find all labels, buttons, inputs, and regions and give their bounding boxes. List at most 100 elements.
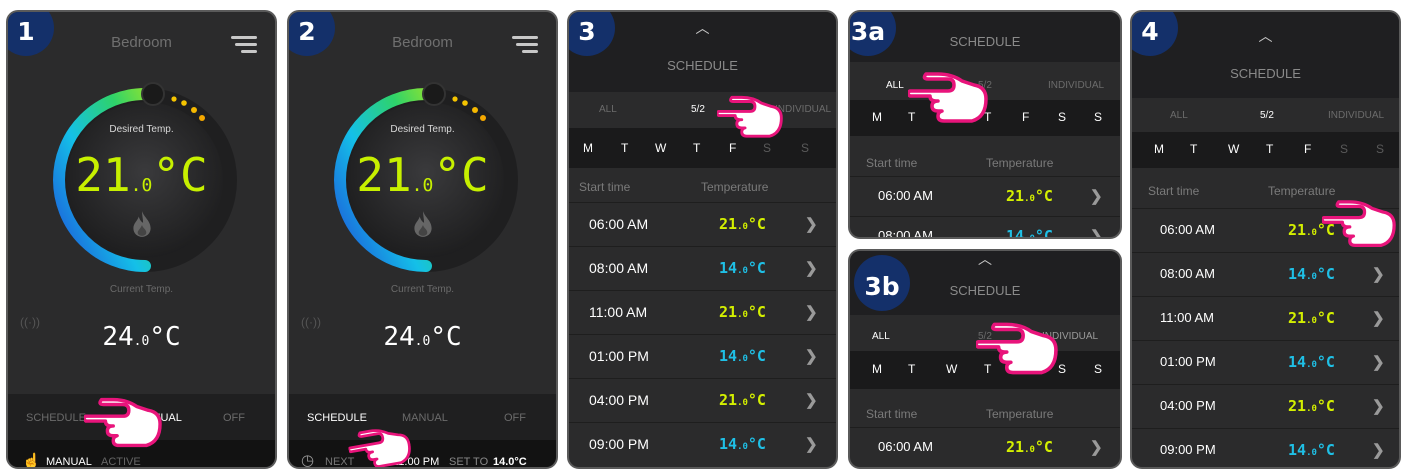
chevron-right-icon[interactable]: ❯ [1372, 353, 1385, 371]
day-toggle[interactable]: S [1376, 142, 1384, 156]
day-toggle[interactable]: W [1228, 142, 1239, 156]
row-temperature: 14.0°C [719, 435, 766, 453]
tab-individual[interactable]: INDIVIDUAL [775, 104, 831, 115]
row-temperature: 14.0°C [719, 347, 766, 365]
chevron-right-icon[interactable]: ❯ [1090, 227, 1103, 237]
chevron-up-icon[interactable]: ︿ [1259, 26, 1273, 46]
tab-5-2[interactable]: 5/2 [691, 104, 705, 115]
day-toggle[interactable]: S [1094, 362, 1102, 376]
chevron-right-icon[interactable]: ❯ [1090, 438, 1103, 456]
chevron-right-icon[interactable]: ❯ [805, 347, 818, 365]
desired-temp-value: 21.0°C [75, 148, 208, 202]
schedule-row[interactable]: 01:00 PM 14.0°C ❯ [1132, 340, 1399, 385]
day-toggle[interactable]: T [1266, 142, 1273, 156]
tab-individual[interactable]: INDIVIDUAL [1328, 110, 1384, 121]
chevron-up-icon[interactable]: ︿ [978, 251, 992, 269]
mode-schedule-button[interactable]: SCHEDULE [26, 412, 86, 424]
chevron-right-icon[interactable]: ❯ [1372, 441, 1385, 459]
tab-all[interactable]: ALL [1170, 110, 1188, 121]
tab-5-2[interactable]: 5/2 [1260, 110, 1274, 121]
day-toggle[interactable]: S [763, 141, 771, 155]
chevron-right-icon[interactable]: ❯ [1090, 187, 1103, 205]
schedule-row[interactable]: 06:00 AM 21.0°C ❯ [569, 202, 836, 247]
row-start-time: 08:00 AM [1160, 266, 1215, 281]
day-toggle[interactable]: W [946, 362, 957, 376]
day-toggle[interactable]: S [1340, 142, 1348, 156]
dial-knob [141, 82, 165, 106]
temperature-header: Temperature [1268, 184, 1336, 198]
schedule-row[interactable]: 04:00 PM 21.0°C ❯ [569, 378, 836, 423]
mode-manual-button[interactable]: MANUAL [402, 412, 448, 424]
pointing-hand-icon [717, 94, 783, 142]
chevron-right-icon[interactable]: ❯ [805, 259, 818, 277]
row-start-time: 06:00 AM [878, 188, 933, 203]
mode-off-button[interactable]: OFF [504, 412, 526, 424]
row-start-time: 01:00 PM [589, 348, 649, 364]
current-temp-label: Current Temp. [109, 284, 174, 295]
schedule-title: SCHEDULE [1230, 66, 1301, 81]
schedule-row[interactable]: 06:00 AM 21.0°C ❯ [850, 427, 1120, 467]
row-temperature: 21.0°C [1288, 397, 1335, 415]
day-toggle[interactable]: M [1154, 142, 1164, 156]
schedule-row[interactable]: 09:00 PM 14.0°C ❯ [1132, 428, 1399, 467]
day-toggle[interactable]: M [872, 362, 882, 376]
day-toggle[interactable]: S [1094, 110, 1102, 124]
start-time-header: Start time [579, 180, 631, 194]
schedule-tabs: ALL 5/2 INDIVIDUAL [569, 104, 836, 124]
start-time-header: Start time [866, 407, 918, 421]
mode-schedule-button[interactable]: SCHEDULE [307, 412, 367, 424]
day-toggle[interactable]: F [1304, 142, 1311, 156]
chevron-right-icon[interactable]: ❯ [1372, 265, 1385, 283]
schedule-row[interactable]: 08:00 AM 14.0°C ❯ [850, 216, 1120, 239]
status-set-value: 14.0°C [493, 456, 527, 468]
menu-icon[interactable] [512, 36, 538, 54]
schedule-title: SCHEDULE [667, 58, 738, 73]
row-temperature: 14.0°C [1288, 441, 1335, 459]
tab-all[interactable]: ALL [599, 104, 617, 115]
current-temp-label: Current Temp. [390, 284, 455, 295]
schedule-row[interactable]: 08:00 AM 14.0°C ❯ [1132, 252, 1399, 297]
start-time-header: Start time [866, 156, 918, 170]
day-toggle[interactable]: T [1190, 142, 1197, 156]
tab-all[interactable]: ALL [886, 80, 904, 91]
tab-individual[interactable]: INDIVIDUAL [1048, 80, 1104, 91]
day-toggle[interactable]: T [908, 362, 915, 376]
chevron-right-icon[interactable]: ❯ [1372, 397, 1385, 415]
current-temp-value: 24.0°C [383, 322, 462, 352]
day-toggle[interactable]: W [655, 141, 666, 155]
chevron-right-icon[interactable]: ❯ [805, 391, 818, 409]
day-toggle[interactable]: M [583, 141, 593, 155]
chevron-right-icon[interactable]: ❯ [1372, 309, 1385, 327]
schedule-row[interactable]: 01:00 PM 14.0°C ❯ [569, 334, 836, 379]
day-toggle[interactable]: S [801, 141, 809, 155]
day-toggle[interactable]: M [872, 110, 882, 124]
row-start-time: 04:00 PM [589, 392, 649, 408]
row-start-time: 06:00 AM [589, 216, 649, 232]
schedule-row[interactable]: 04:00 PM 21.0°C ❯ [1132, 384, 1399, 429]
schedule-row[interactable]: 08:00 AM 14.0°C ❯ [569, 246, 836, 291]
chevron-right-icon[interactable]: ❯ [805, 215, 818, 233]
day-toggle[interactable]: F [729, 141, 736, 155]
tab-all[interactable]: ALL [872, 331, 890, 342]
flame-icon [289, 210, 556, 243]
step-badge: 3b [854, 255, 910, 311]
day-toggle[interactable]: S [1058, 362, 1066, 376]
schedule-row[interactable]: 06:00 AM 21.0°C ❯ [850, 176, 1120, 217]
day-toggle[interactable]: T [693, 141, 700, 155]
status-bar[interactable]: ◷ NEXT 11:00 PM SET TO 14.0°C ⌄ [289, 440, 556, 468]
schedule-row[interactable]: 11:00 AM 21.0°C ❯ [1132, 296, 1399, 341]
desired-temp-label: Desired Temp. [109, 124, 174, 135]
schedule-row[interactable]: 11:00 AM 21.0°C ❯ [569, 290, 836, 335]
chevron-right-icon[interactable]: ❯ [805, 435, 818, 453]
day-toggle[interactable]: F [1022, 110, 1029, 124]
day-toggle[interactable]: S [1058, 110, 1066, 124]
row-temperature: 21.0°C [719, 215, 766, 233]
mode-off-button[interactable]: OFF [223, 412, 245, 424]
chevron-up-icon[interactable]: ︿ [696, 18, 710, 38]
schedule-row[interactable]: 09:00 PM 14.0°C ❯ [569, 422, 836, 467]
chevron-right-icon[interactable]: ❯ [805, 303, 818, 321]
row-temperature: 14.0°C [1006, 227, 1053, 239]
menu-icon[interactable] [231, 36, 257, 54]
day-toggle[interactable]: T [621, 141, 628, 155]
row-temperature: 21.0°C [1288, 309, 1335, 327]
